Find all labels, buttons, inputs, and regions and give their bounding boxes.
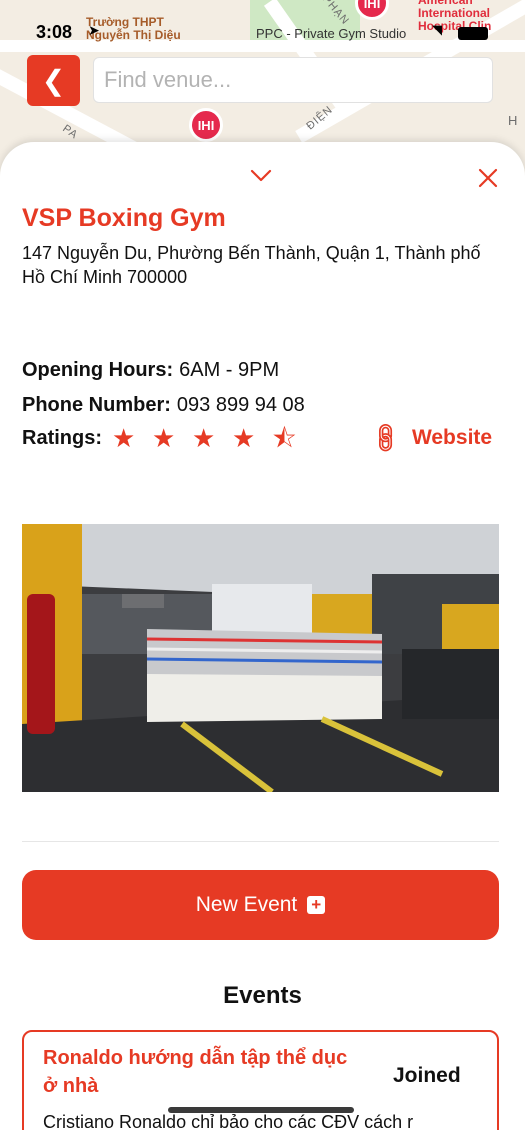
star-full-icon: ★ xyxy=(192,423,216,453)
venue-photo xyxy=(22,524,499,792)
ratings-label: Ratings: xyxy=(22,427,102,449)
phone-label: Phone Number: xyxy=(22,394,171,416)
map-road xyxy=(0,40,525,52)
chevron-down-icon xyxy=(250,169,272,182)
star-full-icon: ★ xyxy=(152,423,176,453)
dumbbell-icon: IHI xyxy=(363,0,381,11)
star-full-icon: ★ xyxy=(112,423,136,453)
venue-name: VSP Boxing Gym xyxy=(22,204,226,232)
collapse-button[interactable] xyxy=(247,164,275,188)
opening-hours-label: Opening Hours: xyxy=(22,359,174,381)
event-card[interactable]: Ronaldo hướng dẫn tập thể dục ở nhà Join… xyxy=(22,1030,499,1130)
ratings-row: Ratings: ★ ★ ★ ★ ⯪ xyxy=(22,425,312,451)
map-label-street: H xyxy=(508,113,519,128)
wifi-icon: ◥ xyxy=(432,22,442,37)
events-heading: Events xyxy=(223,982,302,1009)
status-time: 3:08 xyxy=(36,22,73,42)
search-input[interactable] xyxy=(93,57,493,103)
close-button[interactable] xyxy=(474,164,502,192)
opening-hours-row: Opening Hours: 6AM - 9PM xyxy=(22,357,279,383)
phone-value[interactable]: 093 899 94 08 xyxy=(177,394,305,416)
dumbbell-icon: IHI xyxy=(197,117,215,133)
phone-row: Phone Number: 093 899 94 08 xyxy=(22,392,305,418)
website-label: Website xyxy=(411,426,493,449)
opening-hours-value: 6AM - 9PM xyxy=(179,359,280,381)
battery-icon xyxy=(458,27,488,40)
home-indicator xyxy=(168,1107,354,1113)
gym-map-pin[interactable]: IHI xyxy=(355,0,389,20)
gym-map-pin[interactable]: IHI xyxy=(189,108,223,142)
divider xyxy=(22,841,499,842)
new-event-button[interactable]: New Event + xyxy=(22,870,499,940)
website-link[interactable]: 🔗︎ Website xyxy=(367,419,493,456)
back-button[interactable]: ❮ xyxy=(27,55,80,106)
map-label-gym: PPC - Private Gym Studio xyxy=(256,26,407,41)
new-event-label: New Event xyxy=(195,893,298,916)
star-full-icon: ★ xyxy=(232,423,256,453)
link-icon: 🔗︎ xyxy=(366,418,405,457)
event-status-badge: Joined xyxy=(393,1064,461,1087)
gym-interior-image xyxy=(22,524,499,792)
venue-detail-sheet: VSP Boxing Gym 147 Nguyễn Du, Phường Bến… xyxy=(0,142,525,1130)
venue-address: 147 Nguyễn Du, Phường Bến Thành, Quận 1,… xyxy=(22,243,481,287)
map-label-school: Trường THPT Nguyễn Thị Diệu xyxy=(86,15,181,42)
star-half-icon: ⯪ xyxy=(272,423,297,453)
event-title: Ronaldo hướng dẫn tập thể dục ở nhà xyxy=(43,1047,348,1097)
chevron-left-icon: ❮ xyxy=(41,65,66,96)
event-description: Cristiano Ronaldo chỉ bảo cho các CĐV cá… xyxy=(43,1112,414,1130)
close-icon xyxy=(478,168,498,188)
plus-square-icon: + xyxy=(307,896,326,914)
location-arrow-icon: ➤ xyxy=(88,22,100,38)
rating-stars: ★ ★ ★ ★ ⯪ xyxy=(112,425,312,451)
